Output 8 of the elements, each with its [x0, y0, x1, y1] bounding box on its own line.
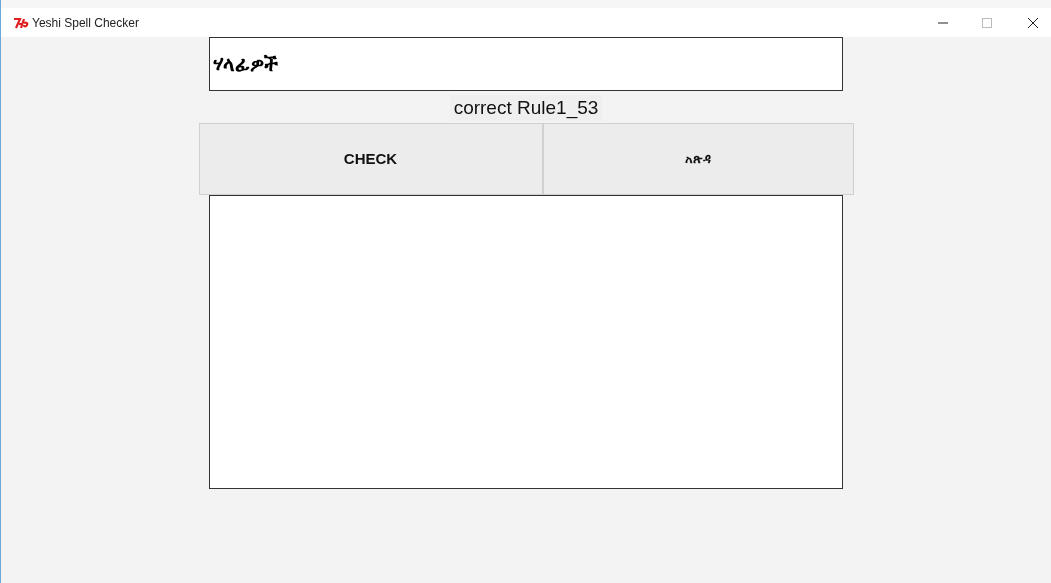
- close-icon[interactable]: [1027, 16, 1039, 29]
- check-button[interactable]: CHECK: [198, 123, 543, 195]
- word-input-field[interactable]: ሃላፊዎች: [209, 37, 843, 91]
- clear-button[interactable]: አጽዳ: [542, 123, 854, 195]
- tk-feather-icon: [13, 16, 29, 29]
- window-title: Yeshi Spell Checker: [32, 14, 139, 32]
- status-label: correct Rule1_53: [449, 95, 603, 121]
- maximize-icon[interactable]: [982, 17, 992, 28]
